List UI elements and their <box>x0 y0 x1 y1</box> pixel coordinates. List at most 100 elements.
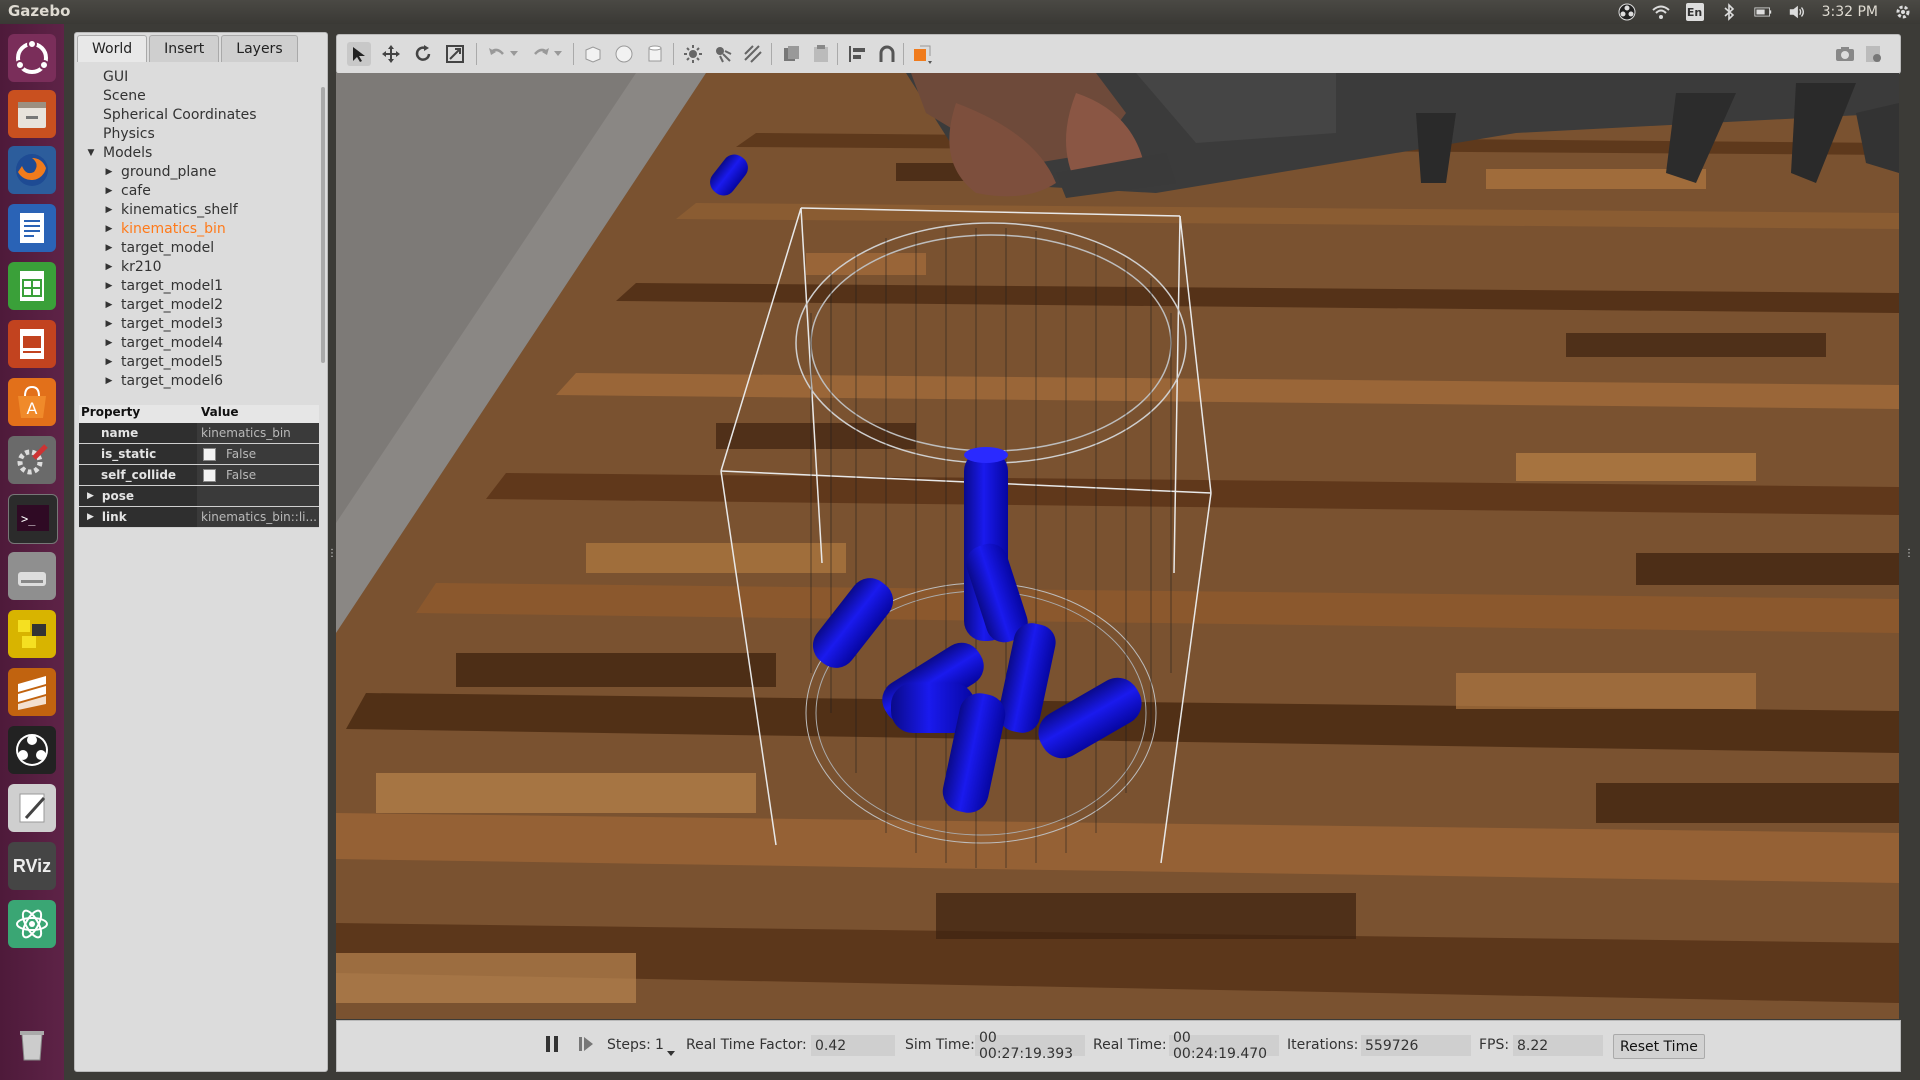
step-icon[interactable] <box>577 1034 595 1058</box>
pause-icon[interactable] <box>543 1034 561 1058</box>
calc-icon[interactable] <box>8 262 56 310</box>
tree-item-model[interactable]: ▶ kinematics_shelf <box>77 200 317 219</box>
tree-item-models[interactable]: ▼ Models <box>77 143 317 162</box>
spot-light-icon[interactable] <box>711 42 735 66</box>
impress-icon[interactable] <box>8 320 56 368</box>
select-arrow-icon[interactable] <box>347 42 371 66</box>
keyboard-layout-icon[interactable]: En <box>1685 3 1704 21</box>
scale-icon[interactable] <box>443 42 467 66</box>
settings-gear-icon[interactable] <box>1894 3 1912 21</box>
obs-tray-icon[interactable] <box>1618 3 1636 21</box>
tree-scrollbar[interactable] <box>321 87 325 363</box>
tree-item-model[interactable]: ▶ kr210 <box>77 257 317 276</box>
real-time-value: 00 00:24:19.470 <box>1169 1030 1279 1062</box>
translate-icon[interactable] <box>379 42 403 66</box>
tree-item-model[interactable]: ▶ target_model1 <box>77 276 317 295</box>
view-angle-icon[interactable] <box>911 42 935 66</box>
sublime-icon[interactable] <box>8 668 56 716</box>
directional-light-icon[interactable] <box>741 42 765 66</box>
property-row-self-collide[interactable]: self_collide False <box>79 465 319 486</box>
steps-value[interactable]: 1 <box>655 1037 664 1053</box>
collapsed-arrow-icon[interactable]: ▶ <box>103 318 115 330</box>
property-row-is-static[interactable]: is_static False <box>79 444 319 465</box>
collapsed-arrow-icon[interactable]: ▶ <box>103 356 115 368</box>
collapsed-arrow-icon[interactable]: ▶ <box>103 261 115 273</box>
reset-time-button[interactable]: Reset Time <box>1613 1034 1705 1059</box>
tree-item-model[interactable]: ▶ target_model5 <box>77 352 317 371</box>
right-splitter-handle[interactable]: ⋮ <box>1904 548 1914 560</box>
tree-item-model[interactable]: ▶ target_model4 <box>77 333 317 352</box>
obs-icon[interactable] <box>8 726 56 774</box>
collapsed-arrow-icon[interactable]: ▶ <box>103 299 115 311</box>
paste-icon[interactable] <box>809 42 833 66</box>
collapsed-arrow-icon[interactable]: ▶ <box>103 375 115 387</box>
tree-item-model-selected[interactable]: ▶ kinematics_bin <box>77 219 317 238</box>
tab-layers[interactable]: Layers <box>221 35 298 62</box>
puzzle-app-icon[interactable] <box>8 610 56 658</box>
3d-viewport[interactable] <box>336 73 1899 1019</box>
trash-icon[interactable] <box>8 1020 56 1068</box>
tree-item-gui[interactable]: GUI <box>77 67 317 86</box>
bluetooth-icon[interactable] <box>1720 3 1738 21</box>
collapsed-arrow-icon[interactable]: ▶ <box>103 242 115 254</box>
tree-item-model[interactable]: ▶ target_model3 <box>77 314 317 333</box>
collapsed-arrow-icon[interactable]: ▶ <box>103 204 115 216</box>
collapsed-arrow-icon[interactable]: ▶ <box>103 223 115 235</box>
firefox-icon[interactable] <box>8 146 56 194</box>
expanded-arrow-icon[interactable]: ▼ <box>85 147 97 159</box>
property-row-name[interactable]: name kinematics_bin <box>79 423 319 444</box>
text-editor-icon[interactable] <box>8 784 56 832</box>
log-icon[interactable] <box>1861 42 1885 66</box>
is-static-checkbox[interactable] <box>203 447 216 461</box>
volume-icon[interactable] <box>1788 3 1806 21</box>
tree-item-scene[interactable]: Scene <box>77 86 317 105</box>
screenshot-icon[interactable] <box>1833 42 1857 66</box>
left-splitter-handle[interactable]: ⋮ <box>327 548 337 560</box>
svg-text:A: A <box>27 399 38 418</box>
point-light-icon[interactable] <box>681 42 705 66</box>
battery-icon[interactable] <box>1753 3 1772 21</box>
align-icon[interactable] <box>845 42 869 66</box>
system-settings-icon[interactable] <box>8 436 56 484</box>
tree-item-physics[interactable]: Physics <box>77 124 317 143</box>
collapsed-arrow-icon[interactable]: ▶ <box>103 280 115 292</box>
rviz-icon[interactable]: RViz <box>8 842 56 890</box>
disk-icon[interactable] <box>8 552 56 600</box>
tree-item-spherical-coordinates[interactable]: Spherical Coordinates <box>77 105 317 124</box>
tab-insert[interactable]: Insert <box>149 35 220 62</box>
sphere-shape-icon[interactable] <box>612 42 636 66</box>
tree-item-model[interactable]: ▶ target_model <box>77 238 317 257</box>
box-shape-icon[interactable] <box>581 42 605 66</box>
self-collide-checkbox[interactable] <box>203 468 216 482</box>
collapsed-arrow-icon[interactable]: ▶ <box>103 337 115 349</box>
files-icon[interactable] <box>8 90 56 138</box>
expand-arrow-icon[interactable]: ▶ <box>87 512 94 522</box>
writer-icon[interactable] <box>8 204 56 252</box>
clock[interactable]: 3:32 PM <box>1822 4 1878 20</box>
copy-icon[interactable] <box>779 42 803 66</box>
collapsed-arrow-icon[interactable]: ▶ <box>103 166 115 178</box>
tree-item-model[interactable]: ▶ target_model2 <box>77 295 317 314</box>
snap-icon[interactable] <box>875 42 899 66</box>
property-value[interactable]: kinematics_bin <box>197 423 319 443</box>
tree-item-model[interactable]: ▶ target_model6 <box>77 371 317 390</box>
terminal-icon[interactable]: >_ <box>8 494 58 544</box>
redo-dropdown-icon[interactable] <box>551 42 565 66</box>
redo-icon[interactable] <box>529 42 553 66</box>
steps-dropdown-icon[interactable] <box>667 1045 675 1061</box>
tree-item-model[interactable]: ▶ ground_plane <box>77 162 317 181</box>
software-center-icon[interactable]: A <box>8 378 56 426</box>
undo-dropdown-icon[interactable] <box>507 42 521 66</box>
ubuntu-dash-icon[interactable] <box>8 34 56 82</box>
property-row-pose[interactable]: ▶ pose <box>79 486 319 507</box>
undo-icon[interactable] <box>485 42 509 66</box>
atom-icon[interactable] <box>8 900 56 948</box>
tab-world[interactable]: World <box>77 35 148 62</box>
rotate-icon[interactable] <box>411 42 435 66</box>
collapsed-arrow-icon[interactable]: ▶ <box>103 185 115 197</box>
property-row-link[interactable]: ▶ link kinematics_bin::li... <box>79 507 319 528</box>
tree-item-model[interactable]: ▶ cafe <box>77 181 317 200</box>
cylinder-shape-icon[interactable] <box>643 42 667 66</box>
expand-arrow-icon[interactable]: ▶ <box>87 491 94 501</box>
wifi-icon[interactable] <box>1651 3 1670 21</box>
